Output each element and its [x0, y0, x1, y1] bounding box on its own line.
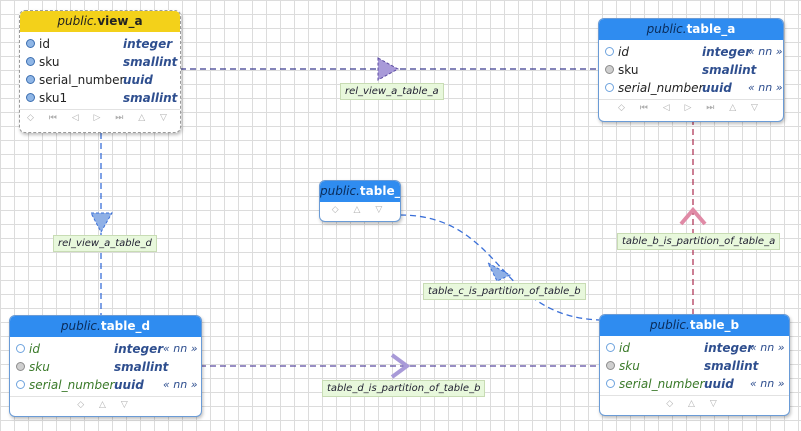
column-type: integer: [702, 45, 752, 59]
column-constraint: « nn »: [748, 45, 783, 58]
column-icon: [606, 361, 615, 370]
column-row[interactable]: id integer: [20, 35, 180, 53]
table-b-columns: id integer « nn » sku smallint serial_nu…: [600, 336, 789, 395]
table-c-pagination-controls[interactable]: ◇ △ ▽: [320, 202, 400, 218]
column-icon: [16, 344, 25, 353]
column-constraint: « nn »: [163, 342, 198, 355]
column-icon: [605, 83, 614, 92]
table-a-columns: id integer « nn » sku smallint serial_nu…: [599, 40, 783, 99]
column-icon: [26, 93, 35, 102]
column-row[interactable]: sku smallint: [600, 357, 789, 375]
column-type: smallint: [702, 63, 757, 77]
column-icon: [606, 379, 615, 388]
column-type: uuid: [702, 81, 732, 95]
column-row[interactable]: sku smallint: [20, 53, 180, 71]
table-b-header[interactable]: public.table_b: [600, 315, 789, 336]
view-a-schema: public.: [57, 14, 98, 28]
column-row[interactable]: id integer « nn »: [600, 339, 789, 357]
column-row[interactable]: id integer « nn »: [10, 340, 201, 358]
column-name: sku1: [39, 91, 68, 105]
column-type: smallint: [704, 359, 759, 373]
table-a-table[interactable]: public.table_a id integer « nn » sku sma…: [598, 18, 784, 122]
column-name: serial_number: [619, 377, 705, 391]
label-table-c-partition-table-b[interactable]: table_c_is_partition_of_table_b: [423, 283, 586, 300]
table-d-header[interactable]: public.table_d: [10, 316, 201, 337]
table-d-pagination-controls[interactable]: ◇ △ ▽: [10, 396, 201, 413]
column-icon: [26, 39, 35, 48]
column-icon: [16, 362, 25, 371]
column-name: id: [619, 341, 630, 355]
table-d-name: table_d: [100, 319, 151, 333]
column-name: id: [29, 342, 40, 356]
table-c-table[interactable]: public.table_c ◇ △ ▽: [319, 180, 401, 222]
column-row[interactable]: serial_number uuid « nn »: [10, 376, 201, 394]
column-name: serial_number: [39, 73, 125, 87]
column-name: sku: [29, 360, 50, 374]
column-type: uuid: [704, 377, 734, 391]
column-row[interactable]: serial_number uuid « nn »: [600, 375, 789, 393]
column-name: sku: [619, 359, 640, 373]
table-b-pagination-controls[interactable]: ◇ △ ▽: [600, 395, 789, 412]
edge-table-c-partition-table-b[interactable]: [399, 214, 600, 321]
column-name: sku: [39, 55, 60, 69]
table-d-table[interactable]: public.table_d id integer « nn » sku sma…: [9, 315, 202, 417]
column-name: serial_number: [618, 81, 704, 95]
column-type: uuid: [114, 378, 144, 392]
column-row[interactable]: sku1 smallint: [20, 89, 180, 107]
column-name: id: [39, 37, 50, 51]
column-type: integer: [123, 37, 173, 51]
column-constraint: « nn »: [163, 378, 198, 391]
column-name: id: [618, 45, 629, 59]
table-c-header[interactable]: public.table_c: [320, 181, 400, 202]
column-type: uuid: [123, 73, 153, 87]
table-a-schema: public.: [646, 22, 687, 36]
label-table-d-partition-table-b[interactable]: table_d_is_partition_of_table_b: [322, 380, 486, 397]
column-type: smallint: [123, 55, 178, 69]
label-rel-view-a-table-d[interactable]: rel_view_a_table_d: [53, 235, 157, 252]
column-row[interactable]: serial_number uuid « nn »: [599, 79, 783, 97]
column-name: sku: [618, 63, 639, 77]
column-constraint: « nn »: [750, 377, 785, 390]
table-b-name: table_b: [689, 318, 740, 332]
column-icon: [605, 47, 614, 56]
table-d-columns: id integer « nn » sku smallint serial_nu…: [10, 337, 201, 396]
table-a-name: table_a: [686, 22, 736, 36]
column-row[interactable]: sku smallint: [10, 358, 201, 376]
table-a-pagination-controls[interactable]: ◇ ⏮ ◁ ▷ ⏭ △ ▽: [599, 99, 783, 116]
view-a-header[interactable]: public.view_a: [20, 11, 180, 32]
table-c-name: table_c: [359, 184, 401, 198]
column-row[interactable]: sku smallint: [599, 61, 783, 79]
view-a-table[interactable]: public.view_a id integer sku smallint se…: [19, 10, 181, 133]
column-row[interactable]: serial_number uuid: [20, 71, 180, 89]
view-a-pagination-controls[interactable]: ◇ ⏮ ◁ ▷ ⏭ △ ▽: [20, 109, 180, 126]
label-rel-view-a-table-a[interactable]: rel_view_a_table_a: [340, 83, 444, 100]
column-icon: [16, 380, 25, 389]
view-a-columns: id integer sku smallint serial_number uu…: [20, 32, 180, 109]
column-type: smallint: [114, 360, 169, 374]
table-c-schema: public.: [320, 184, 360, 198]
column-constraint: « nn »: [750, 341, 785, 354]
column-icon: [26, 57, 35, 66]
table-d-schema: public.: [60, 319, 101, 333]
column-icon: [605, 65, 614, 74]
edge-arrow-view-a-table-d: [90, 212, 113, 234]
column-constraint: « nn »: [748, 81, 783, 94]
column-type: smallint: [123, 91, 178, 105]
table-b-table[interactable]: public.table_b id integer « nn » sku sma…: [599, 314, 790, 416]
column-row[interactable]: id integer « nn »: [599, 43, 783, 61]
column-name: serial_number: [29, 378, 115, 392]
column-icon: [606, 343, 615, 352]
column-icon: [26, 75, 35, 84]
label-table-b-partition-table-a[interactable]: table_b_is_partition_of_table_a: [617, 233, 781, 250]
table-b-schema: public.: [649, 318, 690, 332]
table-a-header[interactable]: public.table_a: [599, 19, 783, 40]
column-type: integer: [114, 342, 164, 356]
view-a-name: view_a: [97, 14, 143, 28]
edge-arrow-view-a-table-a: [377, 57, 400, 81]
column-type: integer: [704, 341, 754, 355]
